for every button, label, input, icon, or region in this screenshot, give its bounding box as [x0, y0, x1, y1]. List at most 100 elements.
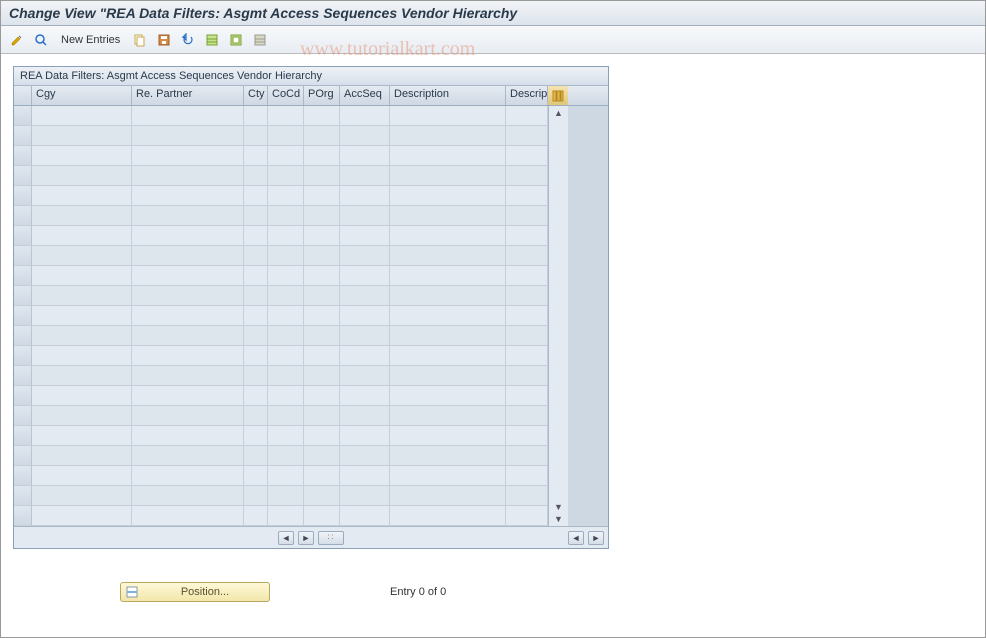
table-cell[interactable] — [244, 186, 268, 206]
table-cell[interactable] — [244, 486, 268, 506]
table-cell[interactable] — [268, 306, 304, 326]
table-cell[interactable] — [32, 286, 132, 306]
row-selector[interactable] — [14, 266, 32, 286]
row-selector[interactable] — [14, 466, 32, 486]
table-cell[interactable] — [506, 186, 548, 206]
table-cell[interactable] — [32, 266, 132, 286]
table-cell[interactable] — [132, 286, 244, 306]
table-cell[interactable] — [32, 206, 132, 226]
scroll-down-icon[interactable]: ▼ — [554, 502, 563, 512]
table-cell[interactable] — [32, 406, 132, 426]
table-cell[interactable] — [244, 466, 268, 486]
table-cell[interactable] — [340, 126, 390, 146]
table-cell[interactable] — [340, 206, 390, 226]
table-cell[interactable] — [390, 306, 506, 326]
table-cell[interactable] — [506, 346, 548, 366]
table-cell[interactable] — [304, 346, 340, 366]
row-selector[interactable] — [14, 286, 32, 306]
row-selector[interactable] — [14, 326, 32, 346]
table-cell[interactable] — [268, 246, 304, 266]
table-cell[interactable] — [390, 266, 506, 286]
table-row[interactable] — [14, 306, 548, 326]
table-cell[interactable] — [506, 106, 548, 126]
table-cell[interactable] — [340, 166, 390, 186]
col-header-accseq[interactable]: AccSeq — [340, 86, 390, 105]
table-cell[interactable] — [390, 206, 506, 226]
table-cell[interactable] — [244, 146, 268, 166]
scroll-thumb[interactable]: ∷ — [318, 531, 344, 545]
table-cell[interactable] — [244, 306, 268, 326]
table-cell[interactable] — [132, 146, 244, 166]
table-cell[interactable] — [268, 426, 304, 446]
row-selector[interactable] — [14, 106, 32, 126]
table-row[interactable] — [14, 266, 548, 286]
row-selector[interactable] — [14, 386, 32, 406]
table-row[interactable] — [14, 186, 548, 206]
deselect-all-icon[interactable] — [250, 30, 270, 50]
table-cell[interactable] — [244, 346, 268, 366]
col-header-cty[interactable]: Cty — [244, 86, 268, 105]
table-cell[interactable] — [244, 126, 268, 146]
table-cell[interactable] — [340, 106, 390, 126]
table-cell[interactable] — [32, 446, 132, 466]
position-button[interactable]: Position... — [120, 582, 270, 602]
table-cell[interactable] — [340, 406, 390, 426]
table-cell[interactable] — [304, 446, 340, 466]
table-cell[interactable] — [244, 266, 268, 286]
table-cell[interactable] — [304, 386, 340, 406]
table-cell[interactable] — [506, 366, 548, 386]
table-cell[interactable] — [390, 106, 506, 126]
table-row[interactable] — [14, 366, 548, 386]
table-cell[interactable] — [244, 446, 268, 466]
row-selector-header[interactable] — [14, 86, 32, 105]
table-cell[interactable] — [32, 466, 132, 486]
row-selector[interactable] — [14, 206, 32, 226]
scroll-down-icon-2[interactable]: ▼ — [554, 514, 563, 524]
table-cell[interactable] — [244, 206, 268, 226]
table-cell[interactable] — [506, 386, 548, 406]
table-cell[interactable] — [132, 366, 244, 386]
table-row[interactable] — [14, 426, 548, 446]
table-cell[interactable] — [32, 246, 132, 266]
table-cell[interactable] — [268, 166, 304, 186]
table-cell[interactable] — [32, 346, 132, 366]
table-cell[interactable] — [390, 466, 506, 486]
table-cell[interactable] — [304, 406, 340, 426]
table-cell[interactable] — [390, 146, 506, 166]
table-cell[interactable] — [268, 146, 304, 166]
table-cell[interactable] — [268, 506, 304, 526]
table-cell[interactable] — [390, 166, 506, 186]
table-cell[interactable] — [132, 186, 244, 206]
table-cell[interactable] — [506, 266, 548, 286]
table-cell[interactable] — [506, 406, 548, 426]
table-row[interactable] — [14, 246, 548, 266]
horizontal-scrollbar[interactable]: ◄ ► ∷ ◄ ► — [14, 526, 608, 548]
row-selector[interactable] — [14, 426, 32, 446]
table-cell[interactable] — [340, 246, 390, 266]
table-cell[interactable] — [268, 266, 304, 286]
row-selector[interactable] — [14, 306, 32, 326]
table-cell[interactable] — [506, 446, 548, 466]
table-cell[interactable] — [304, 186, 340, 206]
table-cell[interactable] — [304, 126, 340, 146]
table-cell[interactable] — [390, 486, 506, 506]
row-selector[interactable] — [14, 506, 32, 526]
row-selector[interactable] — [14, 406, 32, 426]
table-cell[interactable] — [390, 126, 506, 146]
table-cell[interactable] — [268, 406, 304, 426]
table-cell[interactable] — [132, 426, 244, 446]
table-cell[interactable] — [132, 226, 244, 246]
table-row[interactable] — [14, 326, 548, 346]
table-cell[interactable] — [304, 106, 340, 126]
table-cell[interactable] — [132, 106, 244, 126]
table-cell[interactable] — [340, 446, 390, 466]
table-cell[interactable] — [268, 346, 304, 366]
table-cell[interactable] — [340, 326, 390, 346]
save-icon[interactable] — [154, 30, 174, 50]
row-selector[interactable] — [14, 146, 32, 166]
table-cell[interactable] — [132, 306, 244, 326]
row-selector[interactable] — [14, 226, 32, 246]
table-cell[interactable] — [132, 446, 244, 466]
table-cell[interactable] — [244, 246, 268, 266]
table-cell[interactable] — [132, 326, 244, 346]
